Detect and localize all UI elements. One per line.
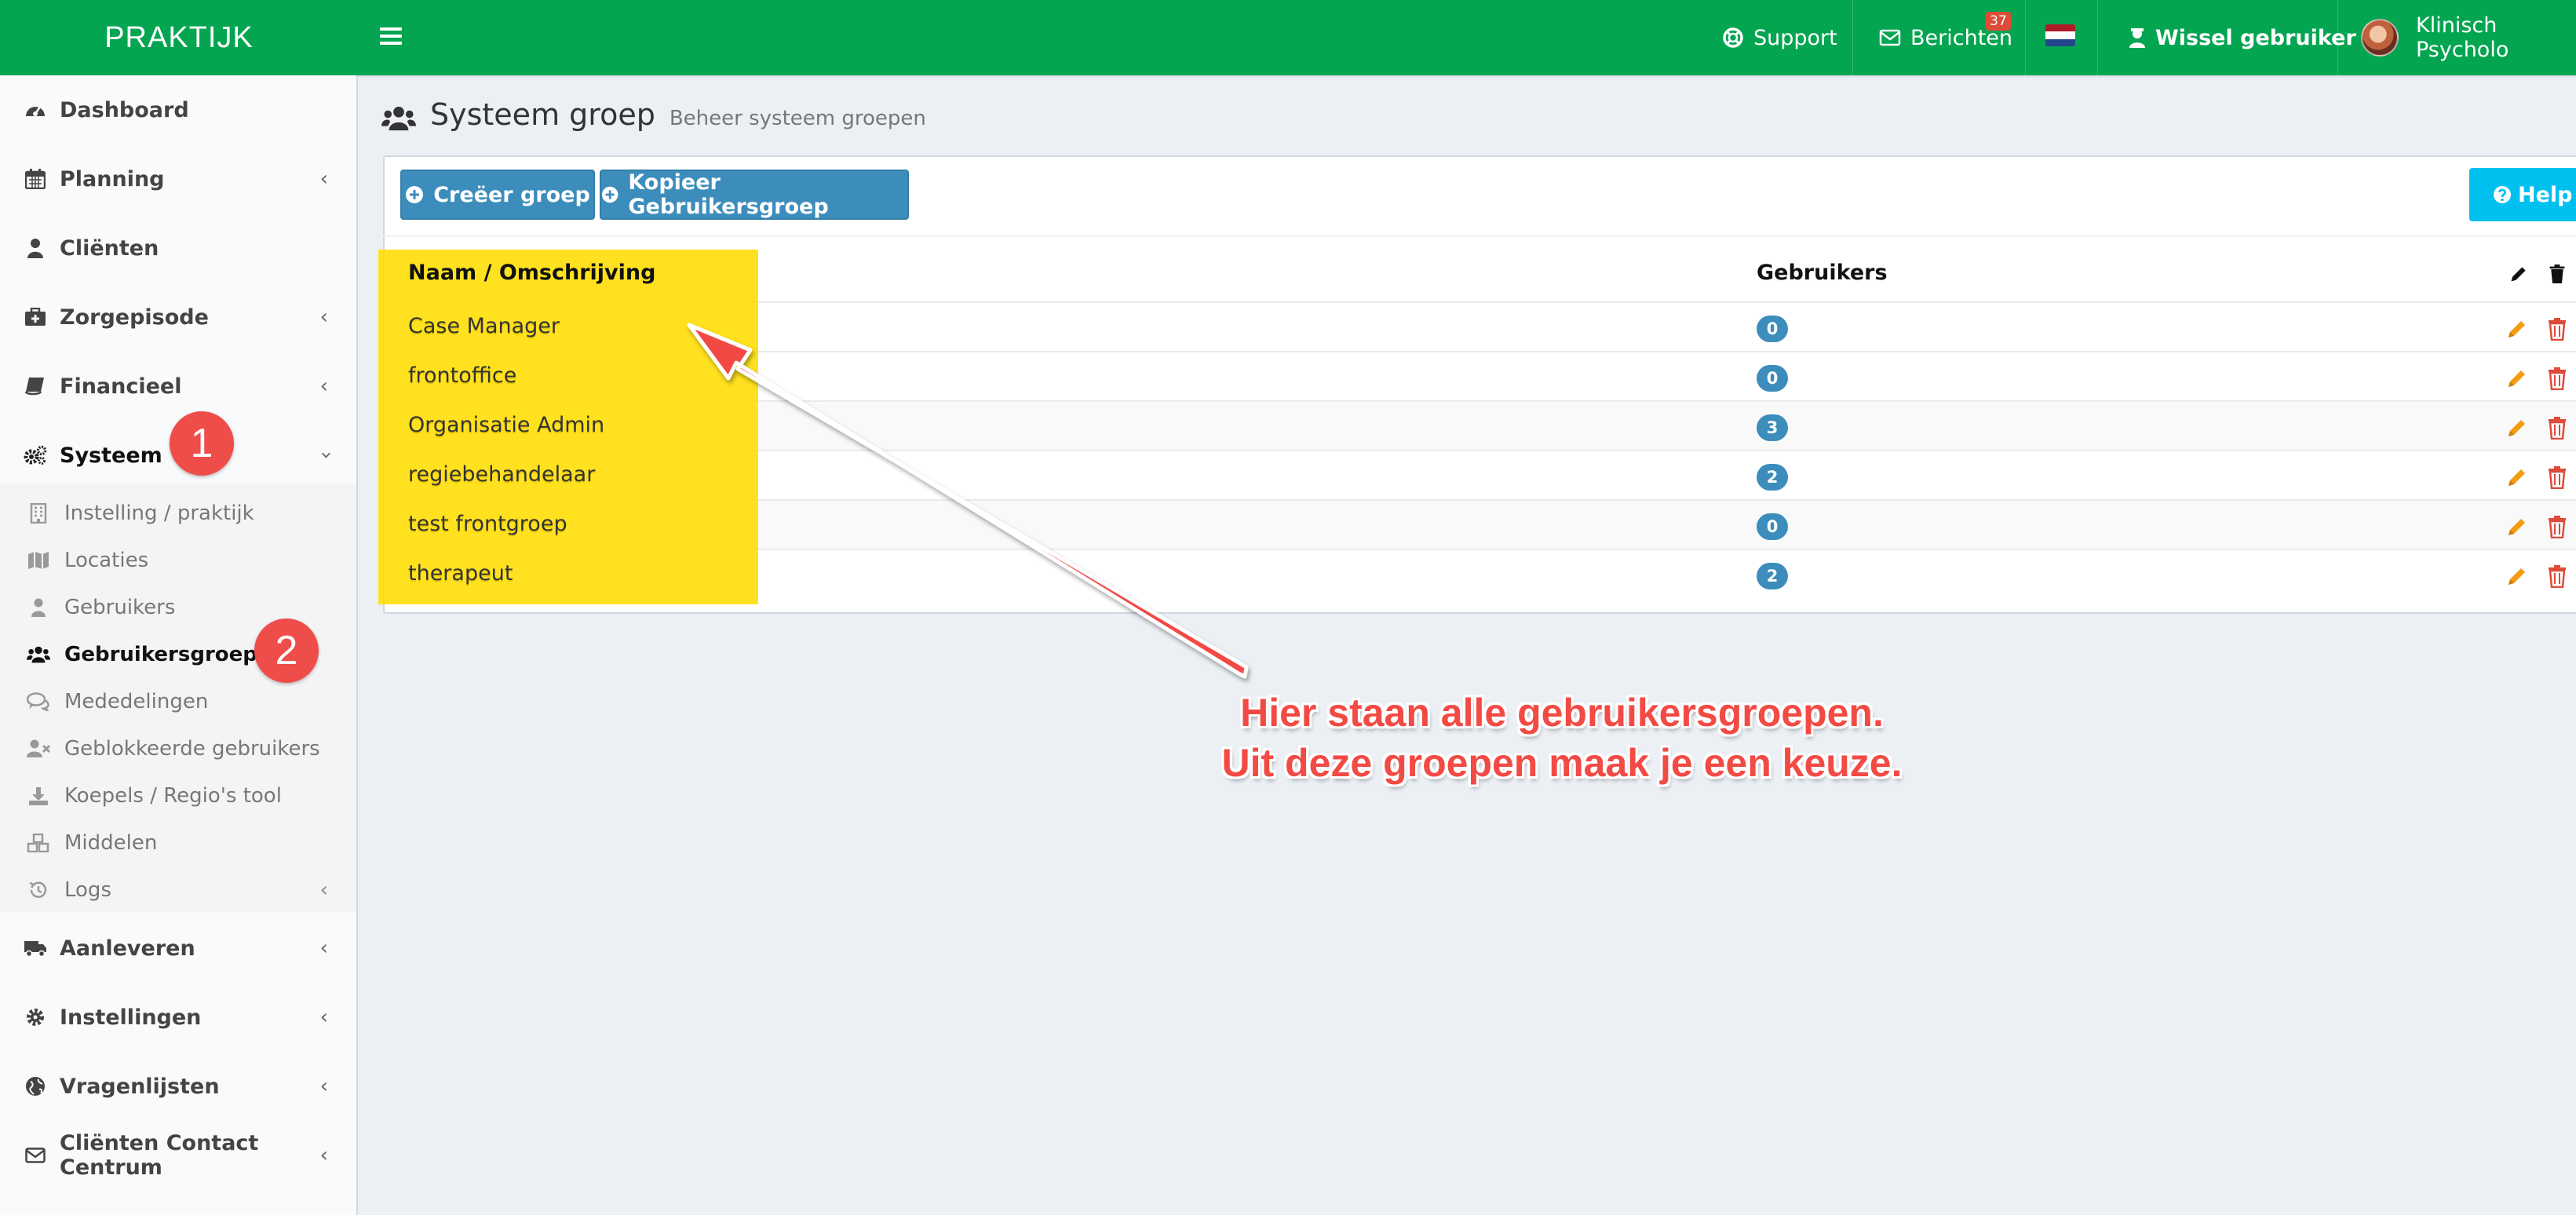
callout-line-1: Hier staan alle gebruikersgroepen. bbox=[1240, 691, 1884, 735]
callout-line-2: Uit deze groepen maak je een keuze. bbox=[1221, 741, 1903, 785]
annotation-arrow bbox=[687, 323, 1249, 679]
annotation-callout: Hier staan alle gebruikersgroepen. Uit d… bbox=[1115, 688, 2009, 788]
